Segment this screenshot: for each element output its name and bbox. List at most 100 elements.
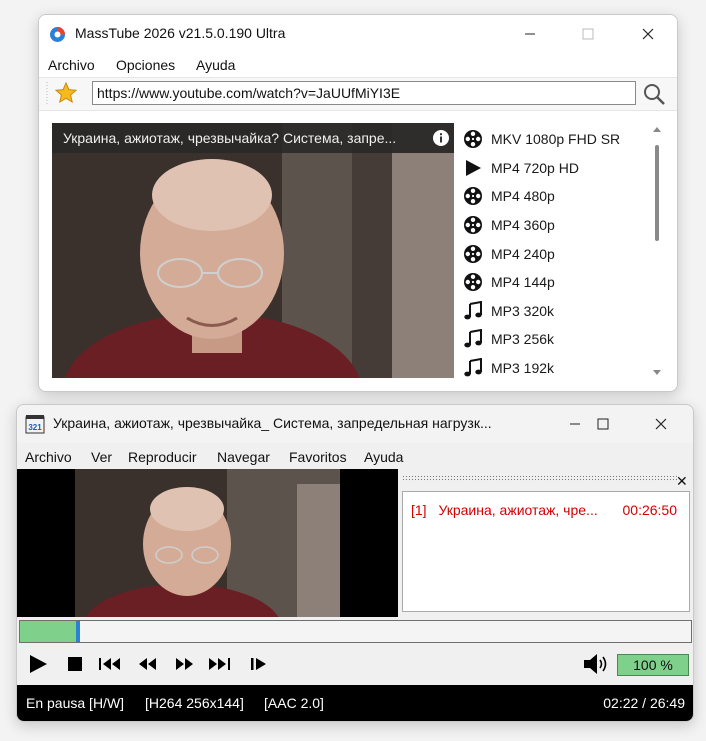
format-option-label: MP4 144p (491, 274, 555, 291)
previous-button[interactable] (97, 652, 123, 676)
video-preview[interactable]: Украина, ажиотаж, чрезвычайка? Система, … (52, 123, 454, 378)
player-window-title: Украина, ажиотаж, чрезвычайка_ Система, … (53, 415, 492, 431)
player-menu-archivo[interactable]: Archivo (25, 449, 72, 465)
player-menu-favoritos[interactable]: Favoritos (289, 449, 347, 465)
player-menu-ayuda[interactable]: Ayuda (364, 449, 403, 465)
playback-state: En pausa [H/W] (26, 695, 125, 711)
format-option[interactable]: MP4 480p (463, 182, 643, 211)
close-button[interactable] (619, 15, 677, 53)
next-button[interactable] (207, 652, 233, 676)
playlist-item-duration: 00:26:50 (622, 502, 678, 518)
time-display: 02:22 / 26:49 (603, 695, 685, 711)
player-window: 321 Украина, ажиотаж, чрезвычайка_ Систе… (16, 404, 694, 722)
playlist-item-title: Украина, ажиотаж, чре... (438, 502, 598, 518)
music-note-icon (463, 300, 491, 321)
play-icon (463, 158, 491, 178)
format-option-label: MP4 720p HD (491, 159, 579, 176)
format-option[interactable]: MP3 256k (463, 325, 643, 354)
seek-bar[interactable] (19, 620, 692, 643)
format-option-label: MKV 1080p FHD SR (491, 131, 621, 148)
format-option[interactable]: MP3 320k (463, 297, 643, 326)
format-option-label: MP3 256k (491, 331, 555, 348)
skip-next-icon (209, 658, 230, 670)
play-button[interactable] (25, 652, 51, 676)
music-note-icon (463, 358, 491, 378)
format-option[interactable]: MP4 144p (463, 268, 643, 297)
video-title-overlay: Украина, ажиотаж, чрезвычайка? Система, … (52, 123, 454, 153)
address-bar (39, 77, 677, 111)
player-menu-navegar[interactable]: Navegar (217, 449, 270, 465)
playlist-close-icon[interactable]: ✕ (676, 474, 688, 488)
playlist-item[interactable]: [1] Украина, ажиотаж, чре... 00:26:50 (411, 502, 677, 518)
format-option-label: MP4 240p (491, 245, 555, 262)
seek-thumb[interactable] (75, 621, 80, 642)
status-bar: En pausa [H/W] [H264 256x144] [AAC 2.0] … (17, 685, 693, 721)
maximize-button[interactable] (559, 15, 617, 53)
menu-archivo[interactable]: Archivo (48, 57, 95, 73)
format-option-label: MP4 360p (491, 217, 555, 234)
format-option[interactable]: MP4 360p (463, 211, 643, 240)
format-list: MKV 1080p FHD SR MP4 720p HD MP4 480p MP4 3… (463, 125, 643, 382)
stop-icon (68, 657, 82, 671)
player-logo-icon: 321 (25, 415, 45, 434)
player-close-button[interactable] (633, 405, 689, 443)
window-title: MassTube 2026 v21.5.0.190 Ultra (75, 25, 286, 41)
rewind-icon (139, 658, 156, 670)
fast-forward-button[interactable] (173, 652, 197, 676)
playlist-drag-handle[interactable] (402, 475, 678, 482)
maximize-icon (582, 28, 594, 40)
player-titlebar[interactable]: 321 Украина, ажиотаж, чрезвычайка_ Систе… (17, 405, 693, 443)
minimize-button[interactable] (501, 15, 559, 53)
skip-previous-icon (99, 658, 120, 670)
music-note-icon (463, 329, 491, 349)
player-video-frame-image (17, 469, 398, 617)
stop-button[interactable] (65, 652, 85, 676)
format-list-scrollbar[interactable] (651, 123, 663, 379)
playlist-item-index: [1] (411, 502, 427, 518)
search-icon[interactable] (642, 82, 666, 106)
film-reel-icon (463, 272, 491, 292)
volume-level[interactable]: 100 % (617, 654, 689, 676)
close-icon (655, 418, 667, 430)
frame-step-button[interactable] (247, 652, 271, 676)
scrollbar-graphic (653, 127, 661, 375)
masstube-menubar: Archivo Opciones Ayuda (39, 53, 677, 77)
film-reel-icon (463, 186, 491, 206)
format-option-label: MP3 192k (491, 360, 555, 377)
format-option[interactable]: MP4 720p HD (463, 154, 643, 183)
format-option[interactable]: MKV 1080p FHD SR (463, 125, 643, 154)
rewind-button[interactable] (135, 652, 159, 676)
info-icon[interactable] (432, 129, 450, 147)
format-option-label: MP4 480p (491, 188, 555, 205)
film-reel-icon (463, 129, 491, 149)
frame-step-icon (251, 658, 266, 670)
masstube-logo-icon (50, 27, 65, 42)
format-option[interactable]: MP3 192k (463, 354, 643, 383)
format-option[interactable]: MP4 240p (463, 239, 643, 268)
film-reel-icon (463, 244, 491, 264)
favorite-star-icon[interactable] (54, 81, 78, 105)
mute-button[interactable] (581, 652, 611, 676)
player-menu-ver[interactable]: Ver (91, 449, 112, 465)
masstube-titlebar[interactable]: MassTube 2026 v21.5.0.190 Ultra (39, 15, 677, 53)
menu-opciones[interactable]: Opciones (116, 57, 175, 73)
masstube-window: MassTube 2026 v21.5.0.190 Ultra Archivo … (38, 14, 678, 392)
menu-ayuda[interactable]: Ayuda (196, 57, 235, 73)
player-video-area[interactable] (17, 469, 398, 617)
maximize-icon (597, 418, 609, 430)
svg-text:321: 321 (28, 423, 42, 432)
url-input[interactable] (92, 81, 636, 105)
playlist-panel: [1] Украина, ажиотаж, чре... 00:26:50 (402, 491, 690, 612)
toolbar-grip (46, 82, 48, 106)
fast-forward-icon (176, 658, 193, 670)
format-option-label: MP3 320k (491, 302, 555, 319)
film-reel-icon (463, 215, 491, 235)
video-title: Украина, ажиотаж, чрезвычайка? Система, … (63, 130, 397, 146)
audio-codec-info: [AAC 2.0] (264, 695, 324, 711)
player-maximize-button[interactable] (575, 405, 631, 443)
playback-controls: 100 % (17, 647, 693, 681)
play-icon (30, 655, 47, 673)
player-menu-reproducir[interactable]: Reproducir (128, 449, 196, 465)
video-codec-info: [H264 256x144] (145, 695, 244, 711)
speaker-icon (584, 654, 607, 674)
